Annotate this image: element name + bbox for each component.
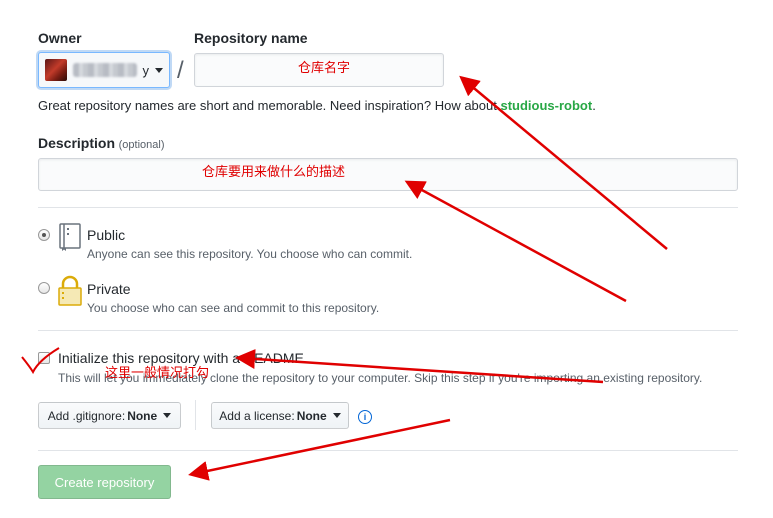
- hint-end: .: [592, 98, 596, 113]
- owner-label: Owner: [38, 30, 82, 46]
- description-input[interactable]: [38, 158, 738, 191]
- info-icon[interactable]: i: [358, 410, 372, 424]
- divider: [195, 400, 196, 430]
- owner-select[interactable]: y: [38, 52, 170, 88]
- private-radio[interactable]: [38, 282, 50, 294]
- divider: [38, 450, 738, 451]
- description-annotation: 仓库要用来做什么的描述: [202, 165, 346, 180]
- chevron-down-icon: [163, 413, 172, 418]
- create-repository-button[interactable]: Create repository: [38, 465, 171, 499]
- repo-name-label: Repository name: [194, 30, 308, 46]
- public-radio[interactable]: [38, 229, 50, 241]
- hint-text: Great repository names are short and mem…: [38, 98, 501, 113]
- arrow-to-description: [404, 180, 627, 303]
- description-optional: (optional): [118, 139, 165, 151]
- description-label-row: Description (optional): [38, 135, 165, 151]
- divider: [38, 330, 738, 331]
- private-label[interactable]: Private: [87, 281, 131, 297]
- license-value: None: [296, 408, 327, 423]
- owner-name-blurred: [73, 63, 137, 77]
- gitignore-select[interactable]: Add .gitignore: None: [38, 402, 181, 429]
- gitignore-prefix: Add .gitignore:: [47, 408, 126, 423]
- init-annotation: 这里一般情况打勾: [105, 366, 210, 381]
- license-prefix: Add a license:: [219, 408, 295, 423]
- owner-repo-separator: /: [177, 57, 184, 84]
- gitignore-value: None: [127, 408, 158, 423]
- lock-icon: [58, 275, 82, 306]
- chevron-down-icon: [332, 413, 341, 418]
- description-label: Description: [38, 135, 116, 151]
- repo-book-icon: [59, 223, 81, 251]
- divider: [38, 207, 738, 208]
- avatar: [45, 59, 67, 81]
- license-select[interactable]: Add a license: None: [211, 402, 349, 429]
- public-label[interactable]: Public: [87, 227, 125, 243]
- repo-name-annotation: 仓库名字: [298, 61, 351, 76]
- chevron-down-icon: [155, 67, 163, 73]
- private-note: You choose who can see and commit to thi…: [87, 301, 380, 315]
- repo-name-hint: Great repository names are short and mem…: [38, 98, 596, 113]
- suggestion-link[interactable]: studious-robot: [500, 98, 592, 113]
- public-note: Anyone can see this repository. You choo…: [87, 247, 413, 261]
- owner-name-suffix: y: [142, 62, 150, 78]
- init-readme-checkbox[interactable]: [38, 352, 50, 364]
